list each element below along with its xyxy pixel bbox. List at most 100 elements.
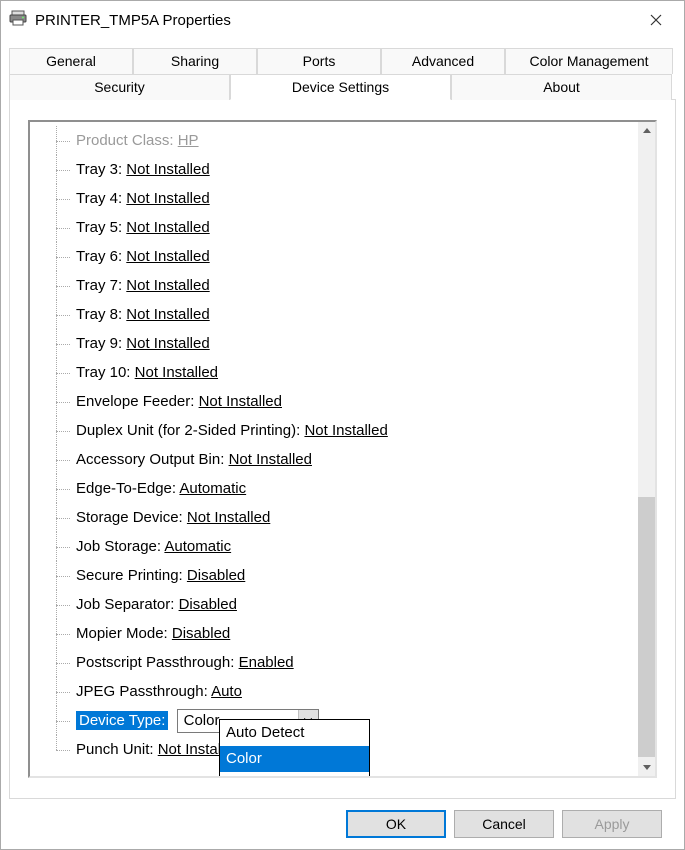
setting-value[interactable]: Not Installed xyxy=(126,277,209,294)
setting-row[interactable]: Tray 7: Not Installed xyxy=(36,271,638,300)
setting-row[interactable]: Postscript Passthrough: Enabled xyxy=(36,648,638,677)
setting-label: Envelope Feeder: xyxy=(76,393,194,410)
settings-tree-container: Product Class: HPTray 3: Not InstalledTr… xyxy=(28,120,657,778)
tree-connector xyxy=(36,706,76,735)
setting-label: Secure Printing: xyxy=(76,567,183,584)
tree-connector xyxy=(36,126,76,155)
setting-value[interactable]: Not Installed xyxy=(126,306,209,323)
tab-color-management[interactable]: Color Management xyxy=(505,48,673,74)
scroll-thumb[interactable] xyxy=(638,497,655,757)
setting-row[interactable]: Product Class: HP xyxy=(36,126,638,155)
setting-value[interactable]: HP xyxy=(178,132,199,149)
setting-label: Tray 10: xyxy=(76,364,130,381)
tree-connector xyxy=(36,387,76,416)
tree-connector xyxy=(36,184,76,213)
setting-label: Edge-To-Edge: xyxy=(76,480,176,497)
scroll-up-button[interactable] xyxy=(638,122,655,139)
setting-row[interactable]: Edge-To-Edge: Automatic xyxy=(36,474,638,503)
dialog-button-row: OK Cancel Apply xyxy=(9,799,676,849)
tree-connector xyxy=(36,445,76,474)
setting-label: Job Storage: xyxy=(76,538,161,555)
setting-value[interactable]: Automatic xyxy=(179,480,246,497)
tree-connector xyxy=(36,677,76,706)
setting-row[interactable]: Tray 8: Not Installed xyxy=(36,300,638,329)
setting-label: Postscript Passthrough: xyxy=(76,654,234,671)
setting-label: JPEG Passthrough: xyxy=(76,683,208,700)
setting-label: Tray 5: xyxy=(76,219,122,236)
tree-connector xyxy=(36,271,76,300)
setting-value[interactable]: Auto xyxy=(211,683,242,700)
dialog-body: General Sharing Ports Advanced Color Man… xyxy=(1,39,684,849)
setting-value[interactable]: Not Installed xyxy=(126,161,209,178)
setting-label: Tray 8: xyxy=(76,306,122,323)
ok-button[interactable]: OK xyxy=(346,810,446,838)
setting-label: Punch Unit: xyxy=(76,741,154,758)
tree-connector xyxy=(36,300,76,329)
setting-row[interactable]: Mopier Mode: Disabled xyxy=(36,619,638,648)
setting-label: Tray 6: xyxy=(76,248,122,265)
tab-device-settings[interactable]: Device Settings xyxy=(230,74,451,100)
tab-advanced[interactable]: Advanced xyxy=(381,48,505,74)
setting-value[interactable]: Not Installed xyxy=(126,335,209,352)
setting-value[interactable]: Not Installed xyxy=(304,422,387,439)
tree-connector xyxy=(36,619,76,648)
setting-value[interactable]: Disabled xyxy=(187,567,245,584)
dropdown-option-color[interactable]: Color xyxy=(220,746,369,772)
setting-row[interactable]: Duplex Unit (for 2-Sided Printing): Not … xyxy=(36,416,638,445)
tab-security[interactable]: Security xyxy=(9,74,230,100)
setting-row[interactable]: Job Storage: Automatic xyxy=(36,532,638,561)
window-title: PRINTER_TMP5A Properties xyxy=(35,12,636,29)
cancel-button[interactable]: Cancel xyxy=(454,810,554,838)
properties-dialog: PRINTER_TMP5A Properties General Sharing… xyxy=(0,0,685,850)
tree-connector xyxy=(36,213,76,242)
tree-connector xyxy=(36,242,76,271)
setting-label: Product Class: xyxy=(76,132,174,149)
setting-row[interactable]: Tray 5: Not Installed xyxy=(36,213,638,242)
tabstrip: General Sharing Ports Advanced Color Man… xyxy=(9,48,676,100)
tab-general[interactable]: General xyxy=(9,48,133,74)
tree-connector xyxy=(36,474,76,503)
setting-value[interactable]: Enabled xyxy=(239,654,294,671)
setting-value[interactable]: Not Installed xyxy=(126,190,209,207)
tab-about[interactable]: About xyxy=(451,74,672,100)
setting-value[interactable]: Automatic xyxy=(164,538,231,555)
tree-connector xyxy=(36,358,76,387)
close-button[interactable] xyxy=(636,5,676,35)
setting-value[interactable]: Not Installed xyxy=(187,509,270,526)
setting-label: Tray 7: xyxy=(76,277,122,294)
setting-row[interactable]: Tray 6: Not Installed xyxy=(36,242,638,271)
setting-value[interactable]: Not Installed xyxy=(229,451,312,468)
setting-value[interactable]: Not Installed xyxy=(126,248,209,265)
setting-value[interactable]: Not Installed xyxy=(135,364,218,381)
setting-row[interactable]: Tray 10: Not Installed xyxy=(36,358,638,387)
setting-row[interactable]: Tray 9: Not Installed xyxy=(36,329,638,358)
setting-row[interactable]: Envelope Feeder: Not Installed xyxy=(36,387,638,416)
setting-value[interactable]: Disabled xyxy=(172,625,230,642)
setting-row[interactable]: Tray 4: Not Installed xyxy=(36,184,638,213)
setting-row[interactable]: Tray 3: Not Installed xyxy=(36,155,638,184)
tree-connector xyxy=(36,503,76,532)
setting-row[interactable]: Secure Printing: Disabled xyxy=(36,561,638,590)
setting-label: Tray 4: xyxy=(76,190,122,207)
setting-label: Device Type: xyxy=(76,711,168,730)
setting-value[interactable]: Disabled xyxy=(179,596,237,613)
setting-label: Tray 9: xyxy=(76,335,122,352)
tab-sharing[interactable]: Sharing xyxy=(133,48,257,74)
tree-connector xyxy=(36,648,76,677)
setting-value[interactable]: Not Installed xyxy=(199,393,282,410)
printer-icon xyxy=(9,9,27,31)
dropdown-option-auto-detect[interactable]: Auto Detect xyxy=(220,720,369,746)
setting-row[interactable]: JPEG Passthrough: Auto xyxy=(36,677,638,706)
tree-connector xyxy=(36,532,76,561)
apply-button: Apply xyxy=(562,810,662,838)
setting-row[interactable]: Storage Device: Not Installed xyxy=(36,503,638,532)
setting-value[interactable]: Not Installed xyxy=(126,219,209,236)
tab-ports[interactable]: Ports xyxy=(257,48,381,74)
vertical-scrollbar[interactable] xyxy=(638,122,655,776)
tree-connector xyxy=(36,561,76,590)
scroll-down-button[interactable] xyxy=(638,759,655,776)
dropdown-option-monochrome[interactable]: Monochrome xyxy=(220,772,369,776)
setting-row[interactable]: Job Separator: Disabled xyxy=(36,590,638,619)
settings-tree: Product Class: HPTray 3: Not InstalledTr… xyxy=(30,122,638,776)
setting-row[interactable]: Accessory Output Bin: Not Installed xyxy=(36,445,638,474)
